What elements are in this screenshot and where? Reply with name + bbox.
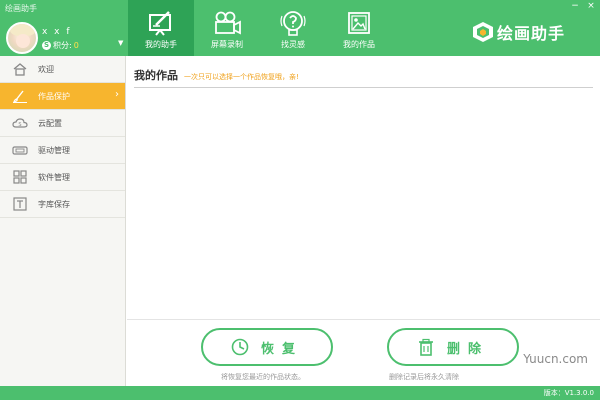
works-list[interactable]	[134, 92, 593, 318]
tab-find-inspiration[interactable]: 找灵感	[260, 0, 326, 56]
user-panel[interactable]: x x f S 积分: 0 ▼	[4, 22, 128, 56]
sidebar-item-label: 欢迎	[38, 64, 54, 74]
tab-label: 找灵感	[281, 40, 305, 49]
cube-logo-icon	[473, 22, 493, 42]
avatar-face	[16, 34, 30, 48]
caret-down-icon[interactable]: ▼	[118, 39, 123, 47]
clock-restore-icon	[231, 338, 249, 356]
window-controls: − ×	[570, 1, 596, 11]
delete-hint: 删除记录后将永久清除	[389, 373, 459, 381]
points-display: S 积分: 0	[42, 40, 79, 51]
main-panel: 我的作品 一次只可以选择一个作品恢复哦，亲! 恢复 删除 将恢复您最近的作品状态…	[127, 56, 600, 386]
points-value: 0	[73, 41, 79, 50]
section-header: 我的作品 一次只可以选择一个作品恢复哦，亲!	[134, 68, 593, 88]
points-label: 积分:	[53, 41, 72, 50]
header-bar: 绘画助手 − × x x f S 积分: 0 ▼ 我的助手 屏幕录制 找灵感 我…	[0, 0, 600, 56]
close-button[interactable]: ×	[586, 1, 596, 11]
tab-my-assistant[interactable]: 我的助手	[128, 0, 194, 56]
minimize-button[interactable]: −	[570, 1, 580, 11]
window-title: 绘画助手	[5, 4, 37, 13]
sidebar-item-work-protection[interactable]: 作品保护 ›	[0, 83, 125, 110]
sidebar-item-label: 作品保护	[38, 91, 70, 101]
delete-button[interactable]: 删除	[387, 328, 519, 366]
tab-my-works[interactable]: 我的作品	[326, 0, 392, 56]
tablet-icon	[12, 146, 28, 155]
version-text: 版本：V1.3.0.0	[543, 389, 594, 397]
sidebar-item-label: 字库保存	[38, 199, 70, 209]
delete-label: 删除	[446, 341, 489, 357]
tab-screen-record[interactable]: 屏幕录制	[194, 0, 260, 56]
tab-label: 我的作品	[343, 40, 375, 49]
sidebar-item-label: 云配置	[38, 118, 62, 128]
tab-label: 我的助手	[145, 40, 177, 49]
sidebar-item-welcome[interactable]: 欢迎	[0, 56, 125, 83]
username: x x f	[42, 27, 72, 37]
home-icon	[13, 63, 27, 76]
brand-name: 绘画助手	[497, 24, 566, 43]
font-icon	[13, 197, 27, 211]
watermark: Yuucn.com	[523, 352, 588, 366]
status-bar: 版本：V1.3.0.0	[0, 386, 600, 400]
brand-logo: 绘画助手	[472, 20, 565, 44]
easel-pen-icon	[149, 11, 171, 36]
lightbulb-question-icon	[280, 11, 306, 36]
restore-hint: 将恢复您最近的作品状态。	[221, 373, 305, 381]
sidebar-item-font-save[interactable]: 字库保存	[0, 191, 125, 218]
app-window: 绘画助手 − × x x f S 积分: 0 ▼ 我的助手 屏幕录制 找灵感 我…	[0, 0, 600, 400]
sidebar: 欢迎 作品保护 › S 云配置 驱动管理 软件管理 字库保存	[0, 56, 126, 386]
chevron-right-icon: ›	[115, 89, 119, 100]
sidebar-item-cloud-config[interactable]: S 云配置	[0, 110, 125, 137]
restore-button[interactable]: 恢复	[201, 328, 333, 366]
video-camera-icon	[215, 11, 241, 35]
main-nav: 我的助手 屏幕录制 找灵感 我的作品	[128, 0, 392, 56]
sidebar-item-label: 驱动管理	[38, 145, 70, 155]
avatar[interactable]	[6, 22, 38, 54]
sidebar-item-driver-management[interactable]: 驱动管理	[0, 137, 125, 164]
page-title: 我的作品	[134, 69, 178, 82]
brush-icon	[13, 90, 27, 103]
tab-label: 屏幕录制	[211, 40, 243, 49]
section-hint: 一次只可以选择一个作品恢复哦，亲!	[184, 73, 299, 81]
coin-icon: S	[42, 41, 51, 50]
trash-icon	[418, 338, 433, 356]
cloud-icon: S	[12, 118, 28, 128]
sidebar-item-label: 软件管理	[38, 172, 70, 182]
svg-text:S: S	[18, 122, 21, 128]
picture-frame-icon	[348, 12, 370, 34]
restore-label: 恢复	[260, 341, 303, 357]
sidebar-item-software-management[interactable]: 软件管理	[0, 164, 125, 191]
grid-icon	[13, 170, 27, 184]
